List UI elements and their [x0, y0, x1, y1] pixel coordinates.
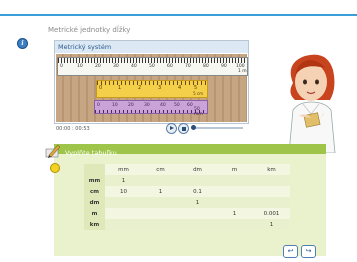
row-unit: dm: [84, 197, 105, 208]
table-row: km 1: [84, 219, 290, 230]
video-frame[interactable]: 0 10 20 30 40 50 60 70 80 90 100 1 m 0 1…: [56, 54, 248, 122]
pencil-icon: [45, 144, 61, 158]
metre-number: 50: [149, 64, 155, 69]
table-header-row: mm cm dm m km: [84, 164, 290, 175]
table-header: dm: [179, 164, 216, 175]
metre-number: 70: [185, 64, 191, 69]
metre-unit: 1 m: [238, 69, 247, 74]
metre-number: 0: [60, 64, 63, 69]
info-icon[interactable]: i: [17, 38, 28, 49]
table-cell[interactable]: [142, 208, 179, 219]
table-cell[interactable]: 0.1: [179, 186, 216, 197]
table-row: cm 10 1 0.1: [84, 186, 290, 197]
mm-number: 0: [97, 103, 100, 108]
table-cell[interactable]: 1: [179, 197, 216, 208]
table-cell[interactable]: [216, 219, 253, 230]
cm-number: 1: [118, 85, 122, 91]
table-cell[interactable]: 1: [105, 175, 142, 186]
table-cell[interactable]: [253, 197, 290, 208]
table-cell[interactable]: [105, 208, 142, 219]
table-header: m: [216, 164, 253, 175]
row-unit: m: [84, 208, 105, 219]
mm-number: 30: [144, 103, 150, 108]
table-cell[interactable]: 1: [142, 186, 179, 197]
cm-number: 4: [178, 85, 182, 91]
metre-number: 30: [113, 64, 119, 69]
back-button[interactable]: ↩: [283, 245, 298, 258]
play-icon: [170, 126, 174, 130]
millimetre-ruler: 0 10 20 30 40 50 60 50 mm: [94, 100, 208, 117]
back-icon: ↩: [287, 247, 294, 255]
table-header: cm: [142, 164, 179, 175]
table-cell[interactable]: [179, 175, 216, 186]
cm-number: 2: [138, 85, 142, 91]
table-header: mm: [105, 164, 142, 175]
centimetre-ruler: 0 1 2 3 4 5 5 cm: [96, 80, 208, 98]
table-cell[interactable]: [216, 197, 253, 208]
table-cell[interactable]: [216, 175, 253, 186]
play-button[interactable]: [166, 123, 177, 134]
mm-unit: 50 mm: [194, 107, 203, 117]
table-header: km: [253, 164, 290, 175]
metre-number: 80: [203, 64, 209, 69]
metre-number: 20: [95, 64, 101, 69]
mm-number: 10: [112, 103, 118, 108]
table-row: m 1 0.001: [84, 208, 290, 219]
table-row: dm 1: [84, 197, 290, 208]
stop-button[interactable]: [178, 123, 189, 134]
table-cell[interactable]: [142, 175, 179, 186]
stop-icon: [181, 126, 186, 131]
table-cell[interactable]: [179, 219, 216, 230]
next-icon: ↪: [305, 247, 312, 255]
cm-number: 0: [99, 85, 103, 91]
table-cell[interactable]: 1: [216, 208, 253, 219]
video-title: Metrický systém: [55, 41, 248, 53]
table-cell[interactable]: [105, 197, 142, 208]
table-cell[interactable]: 1: [253, 219, 290, 230]
conversion-table: mm cm dm m km mm 1 cm 10 1 0.1 dm 1 m 1 …: [84, 164, 290, 230]
table-cell[interactable]: 0.001: [253, 208, 290, 219]
table-cell[interactable]: [216, 186, 253, 197]
mm-number: 20: [128, 103, 134, 108]
bulb-icon[interactable]: [50, 163, 60, 173]
metre-number: 90: [221, 64, 227, 69]
metre-number: 10: [77, 64, 83, 69]
mm-number: 50: [174, 103, 180, 108]
table-cell[interactable]: [105, 219, 142, 230]
metre-number: 60: [167, 64, 173, 69]
row-unit: mm: [84, 175, 105, 186]
table-cell[interactable]: [253, 186, 290, 197]
mm-number: 60: [187, 103, 193, 108]
table-row: mm 1: [84, 175, 290, 186]
metre-ruler: 0 10 20 30 40 50 60 70 80 90 100 1 m: [57, 57, 248, 76]
lesson-title: Metrické jednotky dĺžky: [48, 26, 131, 34]
progress-knob[interactable]: [191, 125, 196, 130]
table-cell[interactable]: [142, 219, 179, 230]
cm-unit: 5 cm: [193, 91, 203, 96]
table-cell[interactable]: [142, 197, 179, 208]
table-cell[interactable]: [253, 175, 290, 186]
table-cell[interactable]: [179, 208, 216, 219]
video-panel: Metrický systém 0 10 20 30 40 50 60 70 8…: [54, 40, 249, 124]
row-unit: km: [84, 219, 105, 230]
mm-number: 40: [160, 103, 166, 108]
cm-number: 3: [158, 85, 162, 91]
top-bar: [0, 0, 357, 16]
time-display: 00:00 : 00:53: [56, 126, 90, 132]
metre-number: 40: [131, 64, 137, 69]
table-header-corner: [84, 164, 105, 175]
row-unit: cm: [84, 186, 105, 197]
video-progress-bar[interactable]: [191, 125, 243, 130]
table-cell[interactable]: 10: [105, 186, 142, 197]
task-label: Vyplňte tabuľku.: [65, 149, 119, 157]
next-button[interactable]: ↪: [301, 245, 316, 258]
girl-illustration: [288, 54, 336, 153]
